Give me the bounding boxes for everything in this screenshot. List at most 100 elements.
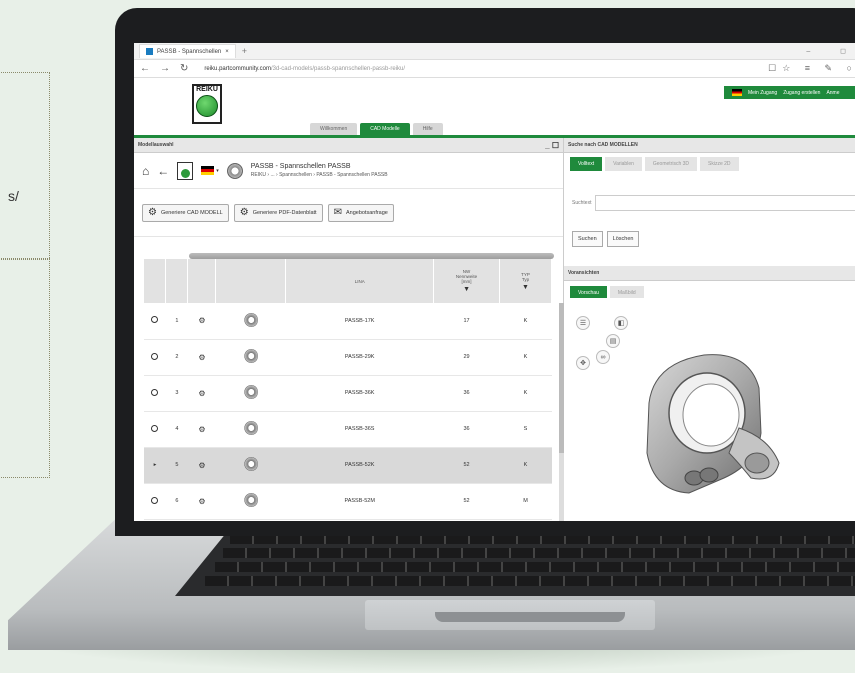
row-select[interactable]	[144, 303, 166, 340]
row-select[interactable]: ▸	[144, 447, 166, 484]
column-typ[interactable]: TYP Typ ▼	[499, 259, 552, 303]
row-action-icon[interactable]: ⚙	[198, 316, 205, 325]
table-row[interactable]: 3 ⚙ PASSB-36K 36 K	[144, 375, 552, 412]
logo-circle-icon	[196, 95, 218, 117]
variant-table: LINA NW Nennweite [mm] ▼ TYP Typ ▼ 1 ⚙ PASSB…	[144, 259, 552, 520]
row-action-icon[interactable]: ⚙	[198, 461, 205, 470]
search-buttons: Suchen Löschen	[572, 231, 855, 247]
link-anmelden[interactable]: Anme	[826, 90, 839, 96]
laptop-screen: PASSB - Spannschellen × + – ◻ ← → ↻ reik…	[134, 43, 855, 521]
radio-icon[interactable]	[151, 496, 159, 504]
radio-icon[interactable]	[151, 316, 159, 324]
row-typ: K	[499, 375, 552, 412]
radio-icon[interactable]	[151, 424, 159, 432]
column-nw[interactable]: NW Nennweite [mm] ▼	[433, 259, 501, 303]
browser-addressbar: ← → ↻ reiku.partcommunity.com/3d-cad-mod…	[134, 60, 855, 78]
model-selection-panel: Modellauswahl _ ☐ ⌂ ← ▾ PASSB - Spannsch…	[134, 138, 564, 521]
tab-variablen[interactable]: Variablen	[605, 157, 642, 171]
tab-hilfe[interactable]: Hilfe	[412, 123, 443, 135]
language-dropdown[interactable]: ▾	[201, 166, 219, 175]
url-path: /3d-cad-models/passb-spannschellen-passb…	[270, 65, 406, 72]
row-select[interactable]	[144, 411, 166, 448]
url-field[interactable]: reiku.partcommunity.com/3d-cad-models/pa…	[204, 66, 758, 72]
filter-icon[interactable]: ▼	[500, 284, 551, 291]
row-action-icon[interactable]: ⚙	[198, 353, 205, 362]
quote-request-button[interactable]: ✉ Angebotsanfrage	[327, 203, 394, 222]
table-row[interactable]: 1 ⚙ PASSB-17K 17 K	[144, 303, 552, 340]
cube-icon[interactable]: ◧	[614, 316, 628, 330]
clamp-3d-model	[646, 354, 780, 494]
layers-icon[interactable]: ▤	[606, 334, 620, 348]
browser-tab[interactable]: PASSB - Spannschellen ×	[139, 44, 236, 58]
generate-cad-button[interactable]: ⚙ Generiere CAD MODELL	[142, 203, 229, 222]
breadcrumb-path[interactable]: REIKU › ... › Spannschellen › PASSB - Sp…	[251, 172, 388, 178]
row-number: 4	[165, 411, 188, 448]
move-icon[interactable]: ✥	[576, 356, 590, 370]
site-header: REIKU Mein Zugang Zugang erstellen Anme …	[134, 78, 855, 138]
tab-volltext[interactable]: Volltext	[570, 157, 603, 171]
row-action-icon[interactable]: ⚙	[198, 389, 205, 398]
variant-table-wrap: LINA NW Nennweite [mm] ▼ TYP Typ ▼ 1 ⚙ PASSB…	[144, 253, 564, 521]
catalog-logo-icon[interactable]	[177, 161, 194, 180]
row-select[interactable]	[144, 483, 166, 520]
column-nw-label: NW Nennweite [mm]	[455, 269, 478, 284]
link-zugang-erstellen[interactable]: Zugang erstellen	[783, 90, 820, 96]
clear-button[interactable]: Löschen	[606, 231, 640, 247]
new-tab-button[interactable]: +	[242, 46, 247, 56]
list-icon[interactable]: ☰	[576, 316, 590, 330]
tab-willkommen[interactable]: Willkommen	[310, 123, 358, 135]
row-nw: 36	[433, 411, 500, 448]
table-row[interactable]: 6 ⚙ PASSB-52M 52 M	[144, 483, 552, 520]
row-number: 1	[165, 303, 188, 340]
row-action-icon[interactable]: ⚙	[198, 497, 205, 506]
row-lina: PASSB-17K	[285, 303, 434, 340]
window-controls[interactable]: – ◻	[806, 47, 855, 55]
search-tabs: Volltext Variablen Geometrisch 3D Skizze…	[564, 153, 855, 175]
laptop-front-notch	[435, 612, 625, 622]
toolbar-icons[interactable]: ☐☆ ≡ ✎ ○	[768, 63, 855, 74]
row-action-icon[interactable]: ⚙	[198, 425, 205, 434]
background-text: s/	[8, 188, 19, 204]
table-row[interactable]: 2 ⚙ PASSB-29K 29 K	[144, 339, 552, 376]
radio-icon[interactable]	[151, 352, 159, 360]
action-bar: ⚙ Generiere CAD MODELL ⚙ Generiere PDF-D…	[134, 189, 563, 237]
home-icon[interactable]: ⌂	[142, 164, 149, 178]
close-tab-icon[interactable]: ×	[225, 49, 229, 55]
generate-pdf-button[interactable]: ⚙ Generiere PDF-Datenblatt	[233, 203, 323, 222]
back-icon[interactable]: ←	[140, 63, 150, 74]
part-thumbnail	[243, 420, 259, 436]
search-button[interactable]: Suchen	[572, 231, 603, 247]
row-typ: K	[499, 339, 552, 376]
row-select[interactable]	[144, 339, 166, 376]
selected-arrow-icon: ▸	[153, 462, 157, 468]
refresh-icon[interactable]: ↻	[180, 63, 188, 74]
table-row[interactable]: ▸ 5 ⚙ PASSB-52K 52 K	[144, 447, 552, 484]
account-bar: Mein Zugang Zugang erstellen Anme	[724, 86, 855, 99]
row-typ: K	[499, 303, 552, 340]
column-lina[interactable]: LINA	[285, 259, 435, 303]
breadcrumb-row: ⌂ ← ▾ PASSB - Spannschellen PASSB REIKU …	[134, 153, 563, 189]
generate-cad-label: Generiere CAD MODELL	[160, 209, 223, 216]
logo-text: REIKU	[196, 86, 218, 93]
german-flag-icon[interactable]	[732, 89, 742, 96]
right-panel: Suche nach CAD MODELLEN _ Volltext Varia…	[564, 138, 855, 521]
product-title: PASSB - Spannschellen PASSB	[250, 163, 351, 170]
back-arrow-icon[interactable]: ←	[157, 164, 169, 178]
row-lina: PASSB-29K	[285, 339, 434, 376]
glasses-icon[interactable]: ∞	[596, 350, 610, 364]
panel-window-controls[interactable]: _ ☐	[545, 141, 563, 150]
tab-cad-modelle[interactable]: CAD Modelle	[360, 123, 410, 135]
row-select[interactable]	[144, 375, 166, 412]
search-input[interactable]	[595, 195, 855, 211]
table-row[interactable]: 4 ⚙ PASSB-36S 36 S	[144, 411, 552, 448]
3d-viewer[interactable]: ☰ ◧ ▤ ✥ ∞	[564, 298, 855, 521]
link-mein-zugang[interactable]: Mein Zugang	[748, 90, 777, 96]
filter-icon[interactable]: ▼	[434, 286, 499, 293]
part-thumbnail	[243, 311, 259, 328]
radio-icon[interactable]	[151, 388, 159, 396]
reiku-logo[interactable]: REIKU	[192, 84, 222, 124]
forward-icon[interactable]: →	[160, 63, 170, 74]
tab-geometrisch-3d[interactable]: Geometrisch 3D	[644, 157, 698, 171]
tab-skizze-2d[interactable]: Skizze 2D	[700, 157, 739, 171]
pdf-gear-icon: ⚙	[239, 207, 249, 218]
